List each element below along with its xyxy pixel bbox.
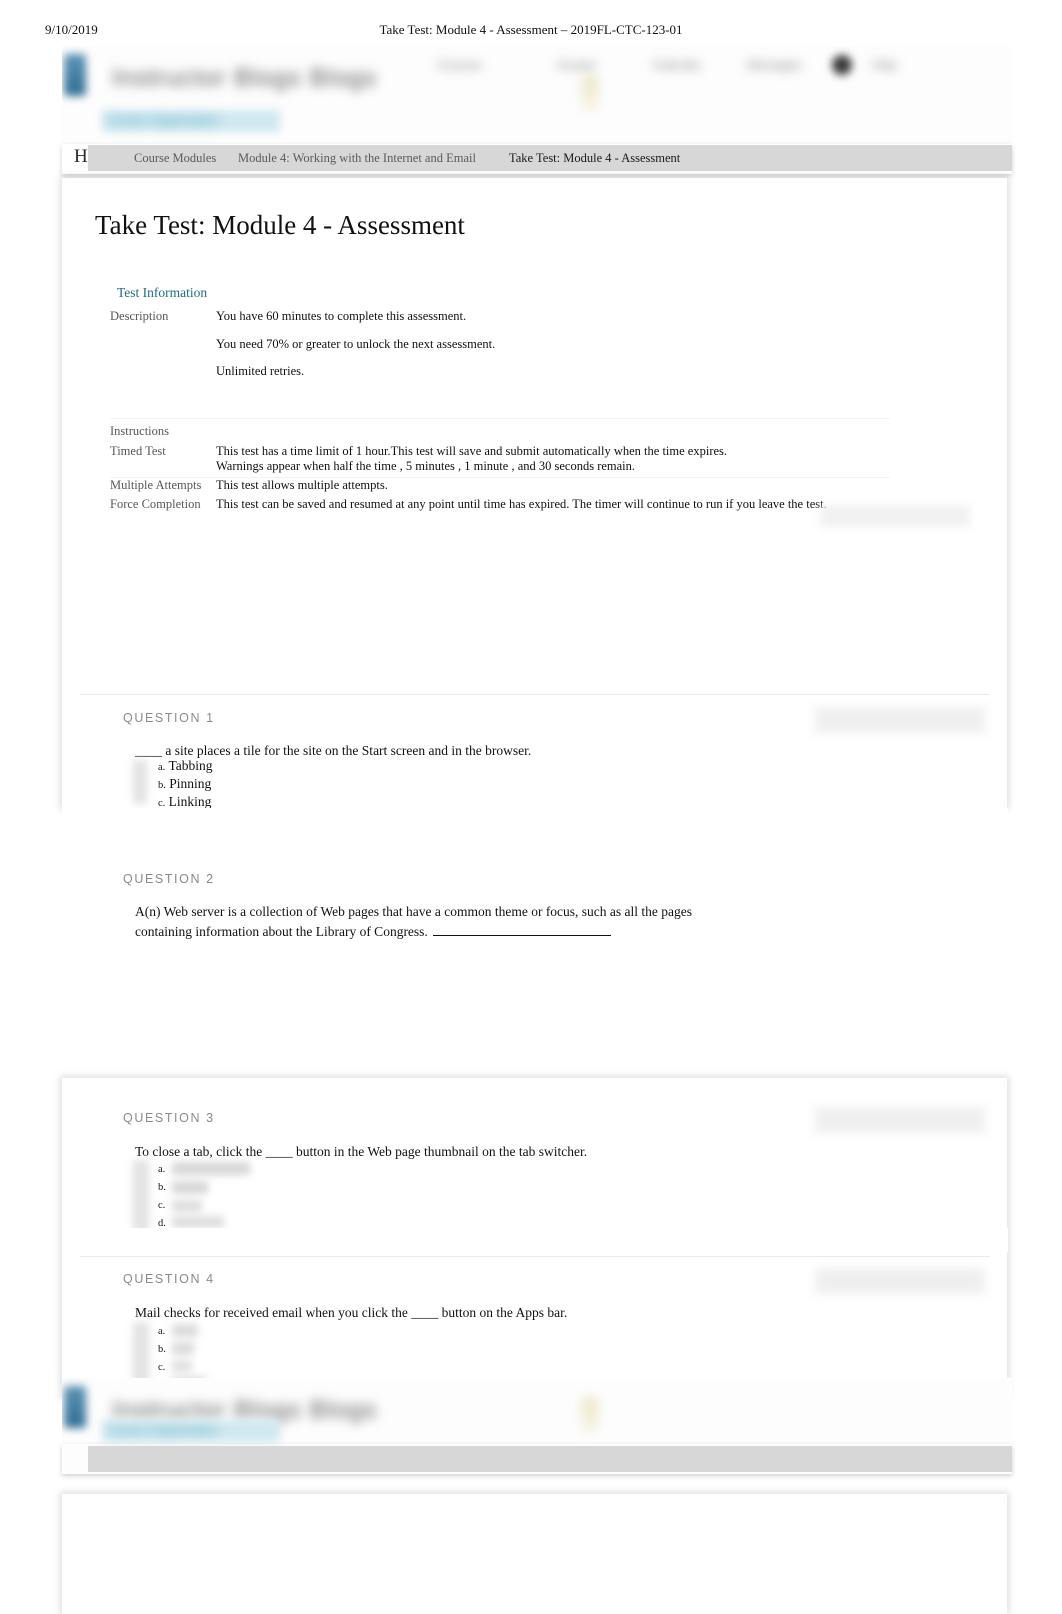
avatar[interactable] xyxy=(832,55,852,75)
question-1-option-b[interactable]: b. Pinning xyxy=(158,776,211,792)
option-letter: c. xyxy=(158,1362,166,1373)
breadcrumb-item-current: Take Test: Module 4 - Assessment xyxy=(509,151,681,165)
option-letter: b. xyxy=(158,1344,166,1355)
question-1-heading: QUESTION 1 xyxy=(123,711,215,725)
question-4-heading: QUESTION 4 xyxy=(123,1272,215,1286)
timed-test-line-1: This test has a time limit of 1 hour.Thi… xyxy=(216,444,728,458)
question-3-option-c-blurred-text xyxy=(172,1200,202,1212)
description-line-1: You have 60 minutes to complete this ass… xyxy=(216,309,467,323)
document-page-3 xyxy=(62,1494,1007,1614)
question-4-option-a-blurred-text xyxy=(172,1324,198,1337)
flag-icon xyxy=(582,76,598,110)
option-letter: c. xyxy=(158,1200,166,1211)
lms-logo-icon xyxy=(64,54,86,96)
breadcrumb-bar xyxy=(88,1446,1012,1472)
question-1-prompt: ____ a site places a tile for the site o… xyxy=(135,743,532,758)
question-3-toolbar[interactable] xyxy=(815,1107,985,1133)
question-4-option-c-blurred-text xyxy=(172,1360,192,1372)
multiple-attempts-value: This test allows multiple attempts. xyxy=(216,478,388,492)
divider xyxy=(80,1256,990,1257)
option-letter: b. xyxy=(158,1182,166,1193)
question-3-option-c[interactable]: c. xyxy=(158,1196,165,1212)
question-2-prompt: A(n) Web server is a collection of Web p… xyxy=(135,902,735,941)
question-3-option-a-blurred-text xyxy=(172,1162,250,1175)
nav-item-courses[interactable]: Courses xyxy=(437,58,482,72)
question-1-radio-group[interactable] xyxy=(133,760,147,804)
timed-test-line-2: Warnings appear when half the time , 5 m… xyxy=(216,459,636,473)
home-letter: H xyxy=(74,146,88,167)
label-multiple-attempts: Multiple Attempts xyxy=(110,478,202,492)
question-2-heading: QUESTION 2 xyxy=(123,872,215,886)
question-1-option-a[interactable]: a. Tabbing xyxy=(158,758,212,774)
divider xyxy=(110,418,890,419)
print-header: 9/10/2019 Take Test: Module 4 - Assessme… xyxy=(0,22,1062,42)
lms-logo-icon xyxy=(64,1386,86,1428)
description-line-2: You need 70% or greater to unlock the ne… xyxy=(216,337,496,351)
page-clip xyxy=(62,1228,1008,1252)
question-4-option-a[interactable]: a. xyxy=(158,1322,165,1338)
question-3-option-b-blurred-text xyxy=(172,1181,208,1194)
question-3-option-d-blurred-text xyxy=(172,1216,224,1228)
question-4-prompt: Mail checks for received email when you … xyxy=(135,1305,568,1320)
breadcrumb-item-course-modules[interactable]: Course Modules xyxy=(134,151,216,166)
question-4-option-b-blurred-text xyxy=(172,1342,194,1355)
question-3-option-a[interactable]: a. xyxy=(158,1160,165,1176)
lms-brand-text: Instructor Blogs Blogs xyxy=(112,64,378,92)
label-instructions: Instructions xyxy=(110,424,170,438)
label-force-completion: Force Completion xyxy=(110,497,201,511)
lms-header-chrome-top: Instructor Blogs Blogs Courses Groups Ca… xyxy=(62,46,1012,144)
course-organization-label: Course Organization xyxy=(108,113,219,127)
option-letter: a. xyxy=(158,1326,166,1337)
option-label: Pinning xyxy=(169,776,212,791)
print-title: Take Test: Module 4 - Assessment – 2019F… xyxy=(379,22,683,37)
breadcrumb-item-module-4[interactable]: Module 4: Working with the Internet and … xyxy=(238,151,476,166)
nav-item-messages[interactable]: Messages xyxy=(747,58,802,72)
question-3-radio-group[interactable] xyxy=(133,1160,149,1232)
label-description: Description xyxy=(110,309,169,323)
question-1-toolbar[interactable] xyxy=(815,707,985,733)
option-label: Linking xyxy=(168,794,212,809)
option-letter: b. xyxy=(158,780,166,791)
divider xyxy=(80,694,990,695)
option-letter: a. xyxy=(158,762,166,773)
nav-item-groups[interactable]: Groups xyxy=(557,58,596,72)
question-3-prompt: To close a tab, click the ____ button in… xyxy=(135,1144,588,1159)
page-title: Take Test: Module 4 - Assessment xyxy=(95,210,465,240)
question-4-option-b[interactable]: b. xyxy=(158,1340,166,1356)
question-3-option-b[interactable]: b. xyxy=(158,1178,166,1194)
question-3-heading: QUESTION 3 xyxy=(123,1111,215,1125)
course-organization-label: Course Organization xyxy=(108,1423,219,1437)
question-4-option-c[interactable]: c. xyxy=(158,1358,165,1374)
ghost-button-area xyxy=(820,505,970,527)
page-clip xyxy=(62,808,1008,822)
nav-item-help[interactable]: Help xyxy=(872,58,897,72)
question-4-toolbar[interactable] xyxy=(815,1268,985,1294)
nav-item-calendar[interactable]: Calendar xyxy=(652,58,701,72)
question-2-answer-field[interactable] xyxy=(432,921,611,936)
label-timed-test: Timed Test xyxy=(110,444,166,458)
description-line-3: Unlimited retries. xyxy=(216,364,305,378)
test-information-heading: Test Information xyxy=(117,285,208,300)
flag-icon xyxy=(582,1398,598,1432)
option-letter: a. xyxy=(158,1164,166,1175)
option-label: Tabbing xyxy=(168,758,213,773)
